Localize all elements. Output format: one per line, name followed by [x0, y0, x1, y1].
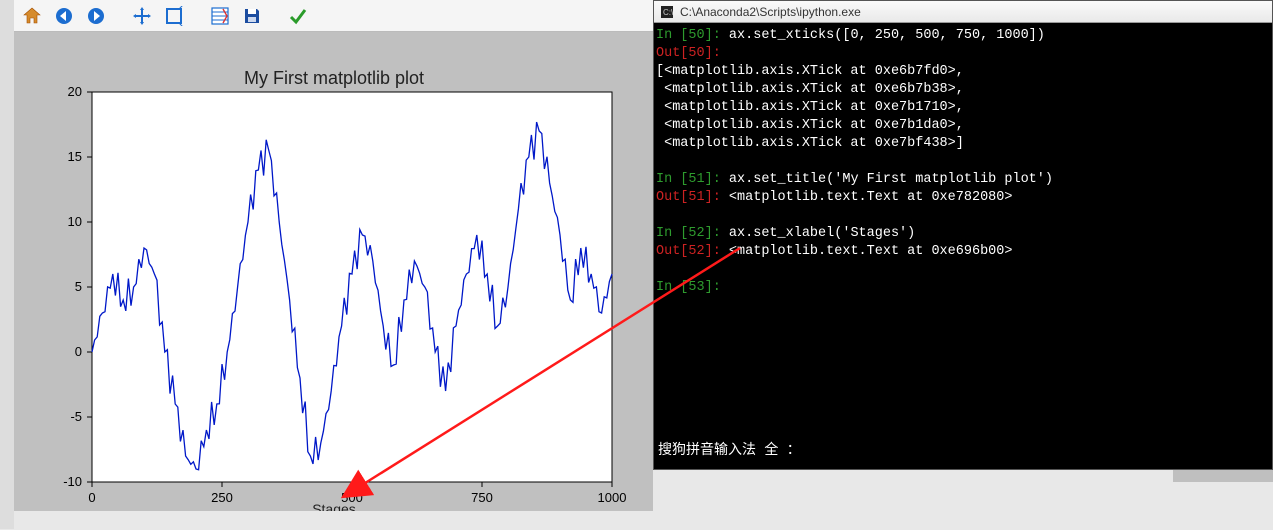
matplotlib-window: My First matplotlib plot -10-50510152002…	[0, 0, 653, 529]
svg-text:0: 0	[75, 344, 82, 359]
check-icon[interactable]	[286, 4, 310, 28]
svg-text:15: 15	[68, 149, 82, 164]
back-icon[interactable]	[52, 4, 76, 28]
terminal-icon: C:\	[660, 5, 674, 19]
terminal-body[interactable]: In [50]: ax.set_xticks([0, 250, 500, 750…	[654, 23, 1272, 301]
svg-text:-5: -5	[70, 409, 82, 424]
zoom-icon[interactable]	[162, 4, 186, 28]
svg-text:20: 20	[68, 84, 82, 99]
terminal-title: C:\Anaconda2\Scripts\ipython.exe	[680, 5, 861, 19]
svg-text:-10: -10	[63, 474, 82, 489]
home-icon[interactable]	[20, 4, 44, 28]
svg-text:C:\: C:\	[663, 8, 673, 17]
scrollbar-thumb[interactable]	[1173, 470, 1273, 482]
terminal-window: C:\ C:\Anaconda2\Scripts\ipython.exe In …	[653, 0, 1273, 470]
terminal-titlebar[interactable]: C:\ C:\Anaconda2\Scripts\ipython.exe	[654, 1, 1272, 23]
forward-icon[interactable]	[84, 4, 108, 28]
line-chart: -10-50510152002505007501000	[32, 60, 632, 530]
pan-icon[interactable]	[130, 4, 154, 28]
mpl-toolbar	[14, 0, 653, 32]
save-icon[interactable]	[240, 4, 264, 28]
plot-area[interactable]: My First matplotlib plot -10-50510152002…	[14, 32, 653, 529]
configure-icon[interactable]	[208, 4, 232, 28]
svg-text:10: 10	[68, 214, 82, 229]
ime-status: 搜狗拼音输入法 全 ：	[658, 439, 801, 459]
svg-text:5: 5	[75, 279, 82, 294]
status-strip	[14, 511, 653, 529]
